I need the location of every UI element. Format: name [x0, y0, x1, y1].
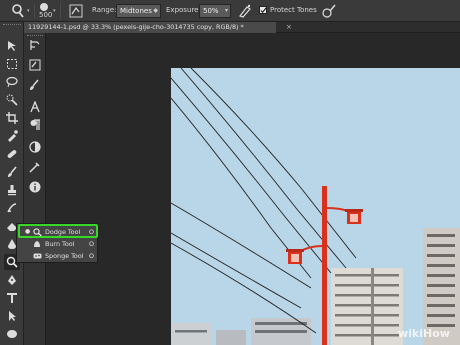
info-panel-icon[interactable]	[27, 179, 43, 195]
document-tab[interactable]: 11929144-1.psd @ 33.3% (pexels-gije-cho-…	[24, 22, 276, 33]
preset-caret-icon[interactable]: ▾	[27, 8, 30, 14]
eyedropper-tool-icon[interactable]	[4, 128, 20, 144]
brush-size-value[interactable]: 500	[39, 11, 52, 19]
brush-tool-icon[interactable]	[4, 164, 20, 180]
history-panel-icon[interactable]	[27, 37, 43, 53]
character-panel-icon[interactable]	[27, 99, 43, 115]
pen-tool-icon[interactable]	[4, 272, 20, 288]
dodge-tool-preset-icon[interactable]	[10, 3, 26, 19]
history-brush-tool-icon[interactable]	[4, 200, 20, 216]
range-caret-icon: ◆	[153, 7, 158, 14]
document-image[interactable]	[171, 68, 460, 345]
range-label: Range:	[92, 6, 117, 14]
clone-stamp-tool-icon[interactable]	[4, 182, 20, 198]
exposure-field[interactable]: 50% ▾	[199, 4, 231, 18]
flyout-item-label: Burn Tool	[45, 240, 75, 248]
flyout-item-sponge-tool[interactable]: Sponge Tool O	[17, 250, 99, 262]
lasso-tool-icon[interactable]	[4, 74, 20, 90]
healing-brush-tool-icon[interactable]	[4, 146, 20, 162]
tool-presets-panel-icon[interactable]	[27, 159, 43, 175]
document-tab-bar: 11929144-1.psd @ 33.3% (pexels-gije-cho-…	[24, 22, 460, 33]
watermark-logo: wikiHow	[398, 327, 450, 340]
burn-icon	[33, 240, 42, 248]
exposure-value: 50%	[203, 7, 219, 15]
toolbar-grip[interactable]	[3, 24, 21, 28]
move-tool-icon[interactable]	[4, 38, 20, 54]
brush-preview-icon[interactable]	[40, 3, 48, 11]
adjustments-panel-icon[interactable]	[27, 139, 43, 155]
options-bar: ▾ 500 ▾ Range: Midtones ◆ Exposure: 50% …	[0, 0, 460, 22]
exposure-caret-icon: ▾	[224, 7, 228, 14]
paragraph-panel-icon[interactable]	[27, 117, 43, 133]
type-tool-icon[interactable]	[4, 290, 20, 306]
flyout-item-shortcut: O	[88, 240, 94, 248]
document-tab-title: 11929144-1.psd @ 33.3% (pexels-gije-cho-…	[28, 23, 244, 31]
close-icon[interactable]: ×	[286, 22, 292, 33]
crop-tool-icon[interactable]	[4, 110, 20, 126]
flyout-item-label: Sponge Tool	[45, 252, 84, 260]
brush-settings-panel-icon[interactable]	[27, 57, 43, 73]
range-value: Midtones	[120, 7, 152, 15]
protect-tones-checkbox[interactable]	[259, 6, 267, 14]
airbrush-icon[interactable]	[237, 3, 253, 19]
brush-panel-icon[interactable]	[68, 3, 84, 19]
marquee-tool-icon[interactable]	[4, 56, 20, 72]
tools-panel	[0, 22, 24, 345]
brush-presets-panel-icon[interactable]	[27, 77, 43, 93]
protect-tones-label: Protect Tones	[270, 6, 317, 14]
shape-tool-icon[interactable]	[4, 326, 20, 342]
path-selection-tool-icon[interactable]	[4, 308, 20, 324]
dodge-tool-highlight	[18, 224, 98, 238]
collapsed-panels-strip	[24, 33, 46, 345]
brush-caret-icon[interactable]: ▾	[53, 8, 56, 14]
sponge-icon	[33, 252, 42, 260]
range-select[interactable]: Midtones ◆	[116, 4, 161, 18]
exposure-label: Exposure:	[166, 6, 201, 14]
quick-selection-tool-icon[interactable]	[4, 92, 20, 108]
flyout-item-burn-tool[interactable]: Burn Tool O	[17, 238, 99, 250]
flyout-item-shortcut: O	[88, 252, 94, 260]
pressure-size-icon[interactable]	[321, 3, 337, 19]
